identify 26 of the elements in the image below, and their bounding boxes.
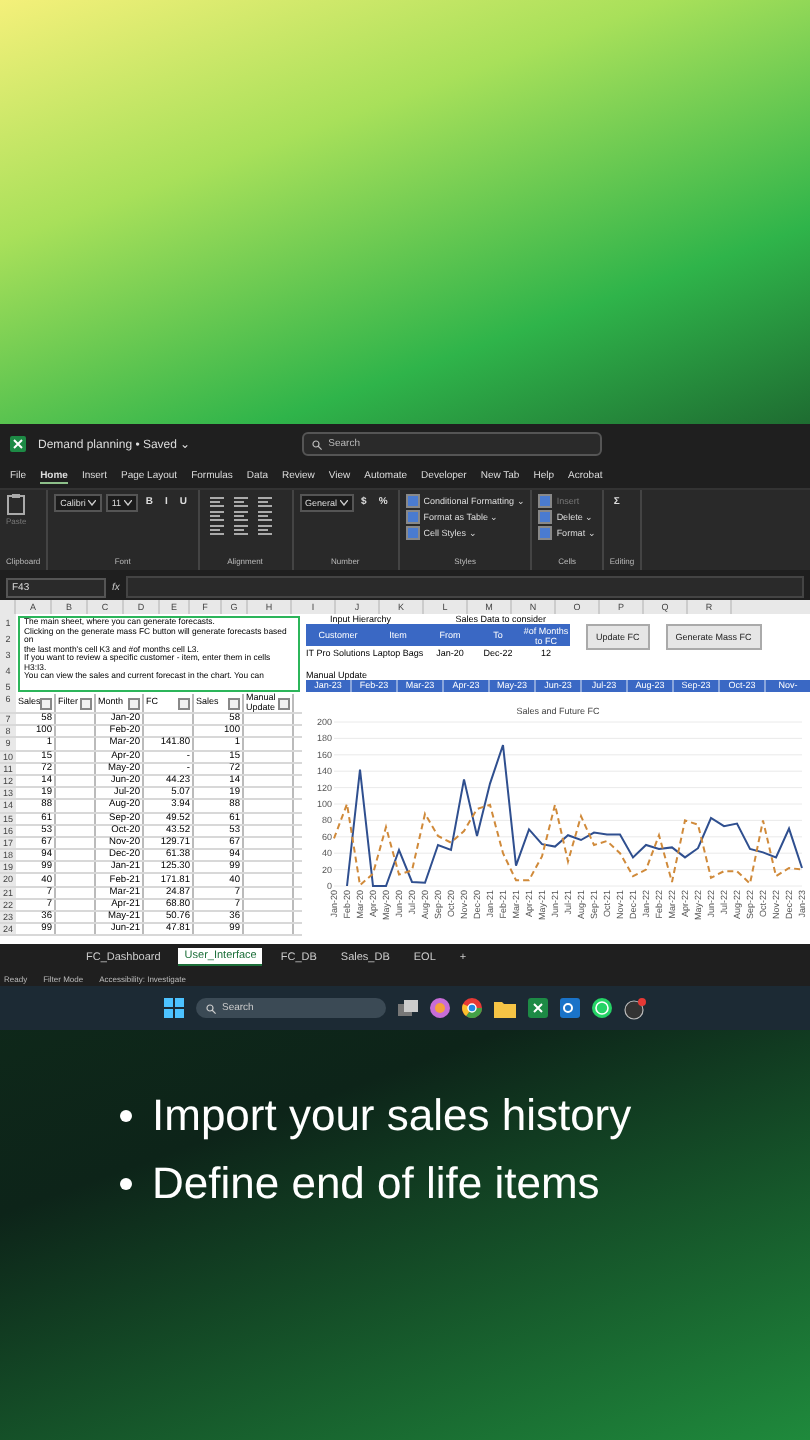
colorful-circle-icon[interactable] (430, 998, 450, 1018)
filter-dropdown-icon[interactable] (178, 697, 190, 709)
app-logo-icon (10, 436, 26, 452)
start-icon[interactable] (164, 998, 184, 1018)
search-icon (206, 1003, 216, 1013)
search-icon (312, 439, 323, 449)
app-icon-with-notification[interactable] (624, 997, 646, 1019)
folder-icon[interactable] (494, 999, 516, 1017)
spreadsheet-app-icon[interactable] (528, 998, 548, 1018)
filter-dropdown-icon[interactable] (80, 697, 92, 709)
mail-app-icon[interactable] (560, 998, 580, 1018)
filter-dropdown-icon[interactable] (40, 697, 53, 709)
bullet-icon (120, 1178, 132, 1190)
filter-dropdown-icon[interactable] (278, 697, 290, 709)
caret-icon[interactable] (339, 500, 348, 506)
bullet-text: Define end of life items (152, 1158, 600, 1210)
chat-app-icon[interactable] (592, 998, 612, 1018)
filter-dropdown-icon[interactable] (228, 697, 240, 709)
caret-icon[interactable] (123, 500, 132, 506)
caret-icon[interactable] (87, 500, 96, 506)
bullet-icon (120, 1110, 132, 1122)
bullet-text: Import your sales history (152, 1090, 632, 1142)
windows-stack-icon[interactable] (398, 998, 418, 1018)
formula-field[interactable] (125, 576, 804, 598)
browser-icon[interactable] (462, 998, 482, 1018)
filter-dropdown-icon[interactable] (128, 697, 140, 709)
